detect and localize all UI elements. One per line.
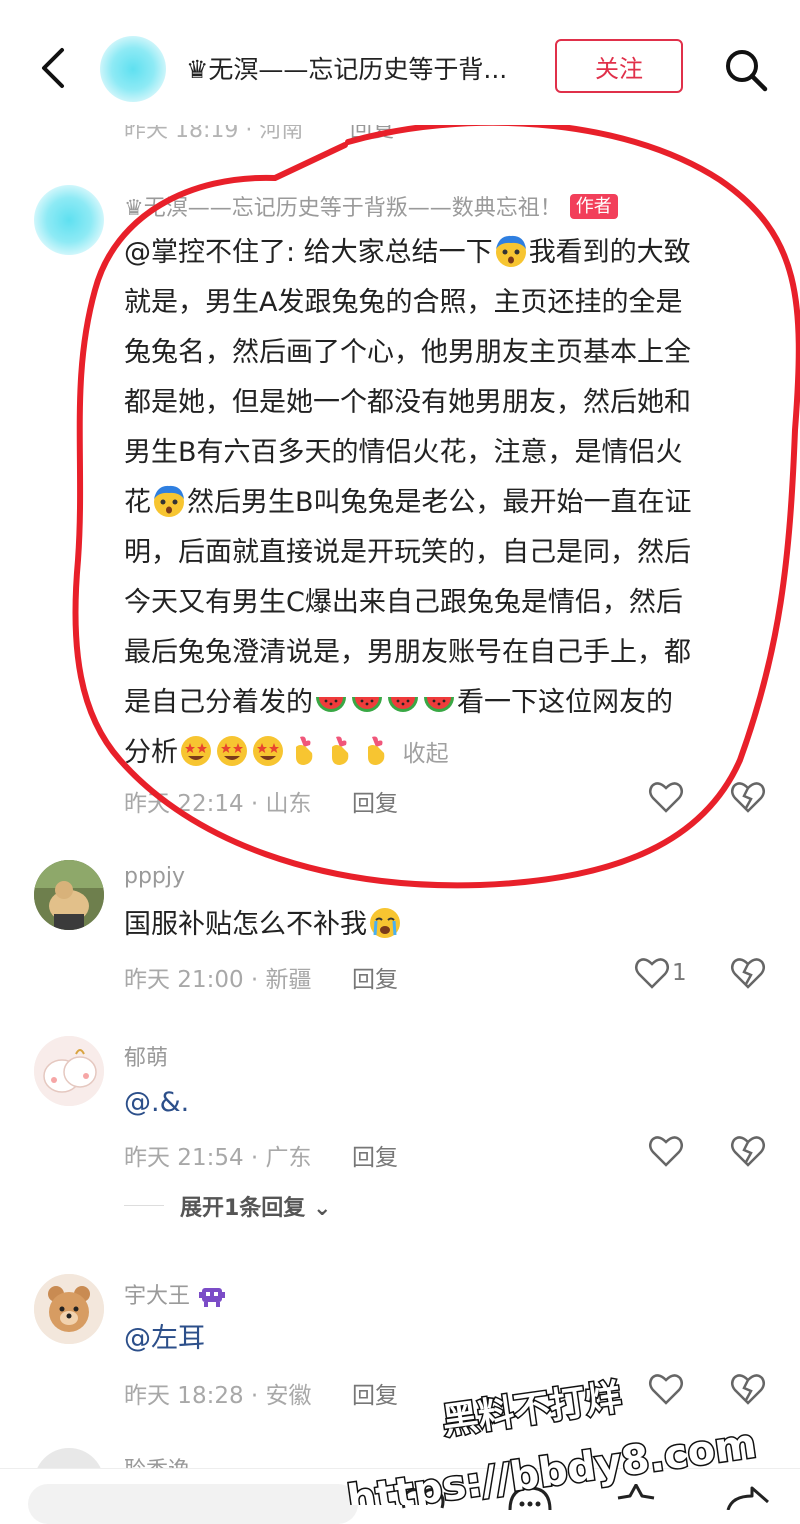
reply-button[interactable]: 回复 xyxy=(352,1376,398,1410)
comment-line: 分析 收起 xyxy=(124,728,764,779)
comment-line: 就是，男生A发跟兔兔的合照，主页还挂的全是 xyxy=(124,287,683,318)
broken-heart-icon[interactable] xyxy=(730,1134,766,1168)
comment-mention[interactable]: @.&. xyxy=(124,1078,189,1128)
comment-username[interactable]: ♛无溟——忘记历史等于背叛——数典忘祖！ 作者 xyxy=(124,190,618,222)
comment-text: @掌控不住了: 给大家总结一下 我看到的大致 就是，男生A发跟兔兔的合照，主页还挂… xyxy=(124,228,764,779)
comment-username[interactable]: pppjy xyxy=(124,864,185,889)
surprised-face-emoji-icon xyxy=(495,235,526,267)
heart-icon[interactable] xyxy=(648,780,684,814)
reply-button[interactable]: 回复 xyxy=(352,1138,398,1172)
heart-icon[interactable] xyxy=(648,1134,684,1168)
watermelon-emoji-icon xyxy=(388,697,418,712)
cartoon-avatar-icon xyxy=(34,1036,104,1106)
star-eyes-emoji-icon xyxy=(181,736,211,766)
broken-heart-icon[interactable] xyxy=(730,780,766,814)
star-icon[interactable] xyxy=(612,1484,660,1510)
avatar[interactable] xyxy=(34,860,104,930)
follow-button[interactable]: 关注 xyxy=(555,39,683,93)
finger-heart-emoji-icon xyxy=(368,736,385,765)
comment-meta: 昨天 22:14 · 山东 xyxy=(124,791,312,817)
finger-heart-emoji-icon xyxy=(296,736,313,765)
expand-replies-link[interactable]: 展开1条回复 ⌄ xyxy=(180,1190,331,1222)
comment-input[interactable] xyxy=(28,1484,358,1524)
comment-line: 兔兔名，然后画了个心，他男朋友主页基本上全 xyxy=(124,337,691,368)
alien-monster-emoji-icon xyxy=(199,1288,226,1307)
author-avatar[interactable] xyxy=(100,36,166,102)
author-title[interactable]: ♛无溟——忘记历史等于背... xyxy=(186,50,546,86)
comment-line: @掌控不住了: 给大家总结一下 我看到的大致 xyxy=(124,228,764,278)
collapse-link[interactable]: 收起 xyxy=(403,741,449,767)
author-badge: 作者 xyxy=(569,194,618,219)
top-bar: ♛无溟——忘记历史等于背... 关注 xyxy=(0,0,800,125)
divider xyxy=(124,1205,164,1206)
comment-line: 花然后男生B叫兔兔是老公，最开始一直在证 xyxy=(124,478,764,528)
like-count: 1 xyxy=(672,960,687,986)
share-icon[interactable] xyxy=(722,1484,774,1510)
surprised-face-emoji-icon xyxy=(154,485,184,517)
reply-button[interactable]: 回复 xyxy=(352,960,398,994)
comment-line: 明，后面就直接说是开玩笑的，自己是同，然后 xyxy=(124,537,691,568)
heart-icon[interactable] xyxy=(634,956,670,990)
avatar[interactable] xyxy=(34,185,104,255)
dog-photo-avatar-icon xyxy=(34,860,104,930)
username-text: 宇大王 xyxy=(124,1284,191,1309)
username-text: ♛无溟——忘记历史等于背叛——数典忘祖！ xyxy=(124,196,562,221)
watermark-line1: 黑料不打烊 xyxy=(440,1377,624,1443)
comment-line: 是自己分着发的 看一下这位网友的 xyxy=(124,678,764,728)
broken-heart-icon[interactable] xyxy=(730,1372,766,1406)
star-eyes-emoji-icon xyxy=(217,736,247,766)
comment-meta: 昨天 21:00 · 新疆 xyxy=(124,967,312,993)
broken-heart-icon[interactable] xyxy=(730,956,766,990)
comment-line: 男生B有六百多天的情侣火花，注意，是情侣火 xyxy=(124,437,683,468)
comment-bubble-icon[interactable] xyxy=(506,1484,554,1510)
comment-mention[interactable]: @左耳 xyxy=(124,1314,205,1364)
comment-line: 今天又有男生C爆出来自己跟兔兔是情侣，然后 xyxy=(124,587,683,618)
watermelon-emoji-icon xyxy=(352,697,382,712)
search-icon[interactable] xyxy=(722,46,770,94)
reply-button[interactable]: 回复 xyxy=(352,784,398,818)
avatar[interactable] xyxy=(34,1036,104,1106)
back-arrow-icon[interactable] xyxy=(36,46,76,90)
watermelon-emoji-icon xyxy=(424,697,454,712)
comment-username[interactable]: 宇大王 xyxy=(124,1278,227,1310)
comment-line: 都是她，但是她一个都没有她男朋友，然后她和 xyxy=(124,387,691,418)
watermelon-emoji-icon xyxy=(316,697,346,712)
teddy-bear-avatar-icon xyxy=(34,1274,104,1344)
finger-heart-emoji-icon xyxy=(332,736,349,765)
avatar[interactable] xyxy=(34,1274,104,1344)
comment-meta: 昨天 18:28 · 安徽 xyxy=(124,1383,312,1409)
comment-line: 最后兔兔澄清说是，男朋友账号在自己手上，都 xyxy=(124,637,691,668)
heart-icon[interactable] xyxy=(648,1372,684,1406)
heart-icon[interactable] xyxy=(400,1486,446,1510)
comment-text: 国服补贴怎么不补我 xyxy=(124,900,403,950)
comment-meta: 昨天 21:54 · 广东 xyxy=(124,1145,312,1171)
comment-username[interactable]: 郁萌 xyxy=(124,1040,168,1072)
star-eyes-emoji-icon xyxy=(253,736,283,766)
crying-face-emoji-icon xyxy=(370,908,400,938)
